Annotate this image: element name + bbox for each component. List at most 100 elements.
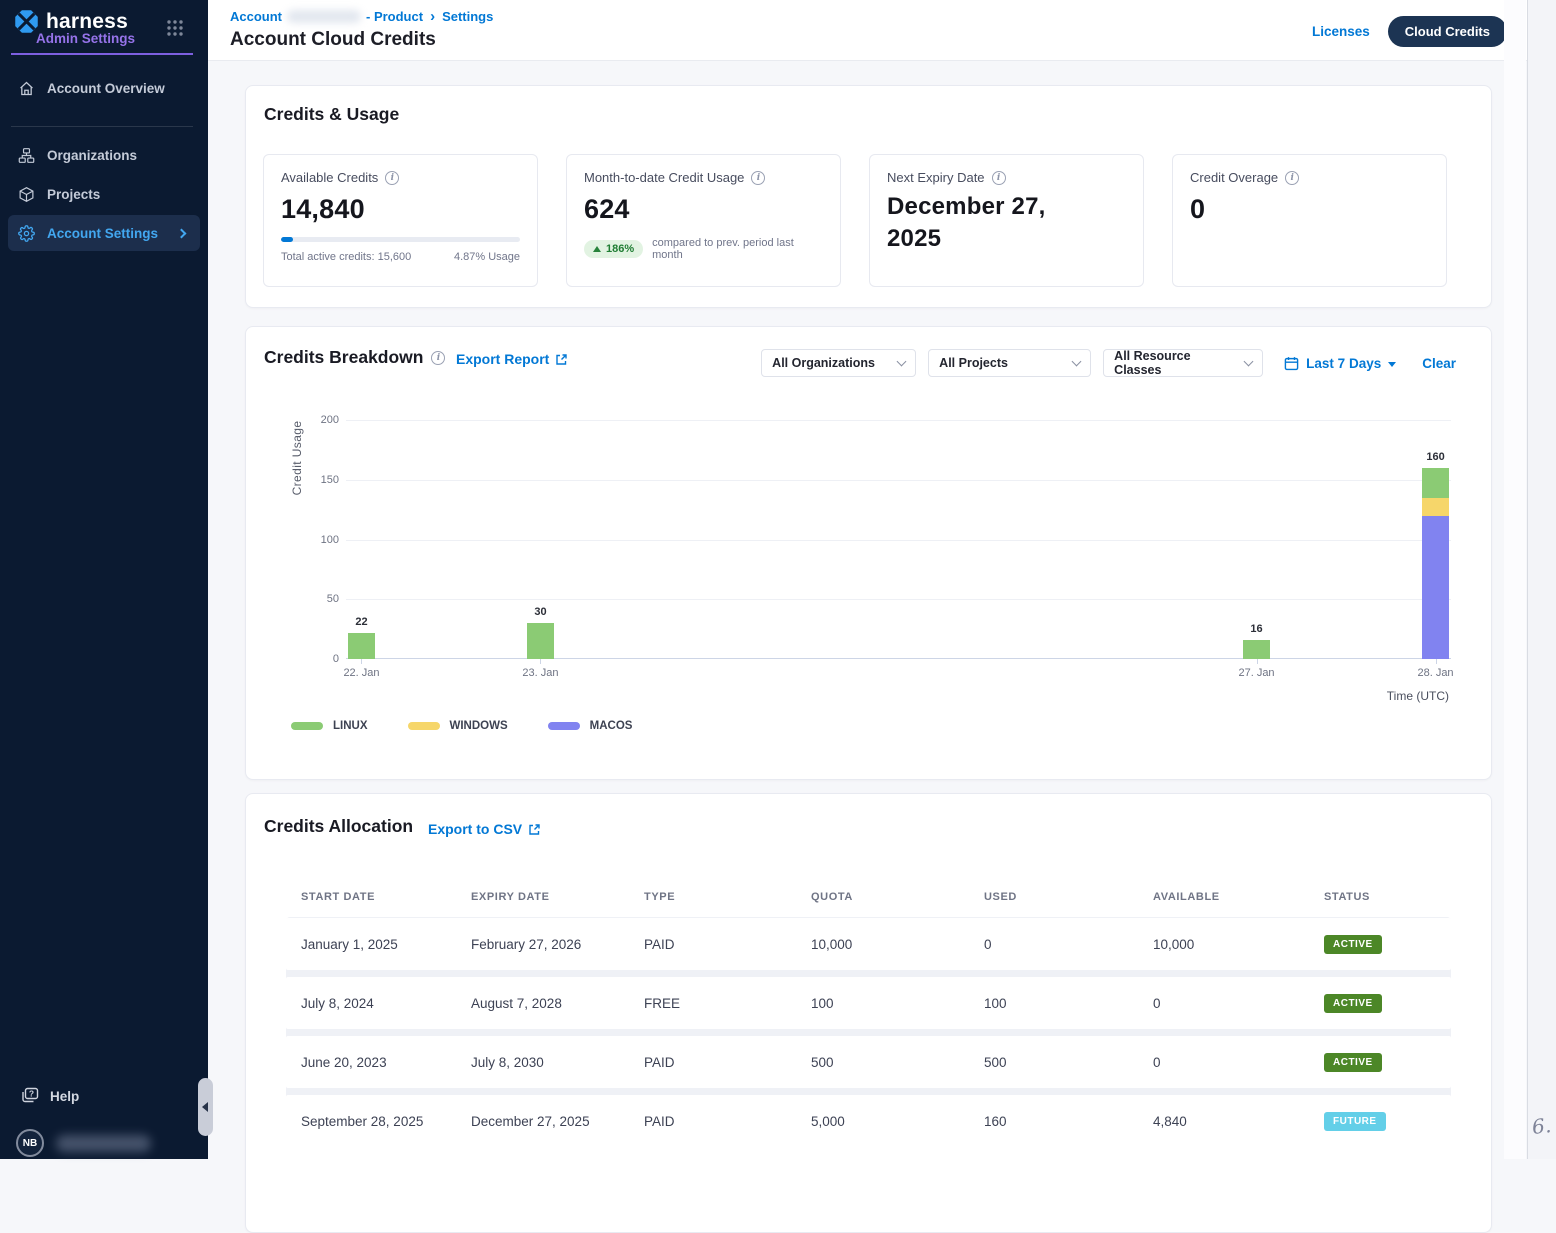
y-tick-label: 200 [299,414,339,426]
table-row[interactable]: July 8, 2024August 7, 2028FREE1001000ACT… [286,977,1451,1029]
legend-item-macos[interactable]: MACOS [548,720,633,732]
brand-divider [11,53,193,55]
scrollbar-gutter [1528,0,1556,1159]
sidebar-item-projects[interactable]: Projects [8,176,200,212]
info-icon[interactable] [431,351,445,365]
bar-total-label: 22 [334,616,388,628]
sidebar-item-label: Projects [47,187,100,202]
table-row[interactable]: January 1, 2025February 27, 2026PAID10,0… [286,918,1451,970]
table-cell: July 8, 2030 [471,1055,644,1070]
legend-item-windows[interactable]: WINDOWS [408,720,508,732]
credit-overage-card: Credit Overage 0 [1172,154,1447,287]
bar-segment-macos[interactable] [1422,516,1449,659]
status-badge: FUTURE [1324,1112,1386,1131]
redacted-account-name [287,10,361,23]
sidebar-item-account-settings[interactable]: Account Settings [8,215,200,251]
app-grid-icon[interactable] [166,19,184,42]
help-button[interactable]: ? Help [20,1086,79,1106]
table-cell: 10,000 [1153,937,1324,952]
table-cell: FREE [644,996,811,1011]
bar-segment-linux[interactable] [527,623,554,659]
bar-segment-linux[interactable] [1243,640,1270,659]
export-report-link[interactable]: Export Report [456,351,568,367]
credits-allocation-title: Credits Allocation [264,816,413,837]
table-cell: PAID [644,1114,811,1129]
table-cell: August 7, 2028 [471,996,644,1011]
delta-value: 186% [606,243,634,255]
column-header: USED [984,891,1153,903]
table-cell: PAID [644,1055,811,1070]
export-csv-link[interactable]: Export to CSV [428,821,541,837]
legend-swatch [291,722,323,730]
help-label: Help [50,1089,79,1104]
bar-total-label: 16 [1230,623,1284,635]
sidebar-collapse-handle[interactable] [198,1078,213,1136]
breadcrumb-product[interactable]: - Product [366,9,423,24]
chevron-right-icon [177,228,187,238]
sidebar-item-organizations[interactable]: Organizations [8,137,200,173]
table-cell: 500 [811,1055,984,1070]
x-tick-mark [1436,659,1437,664]
credit-cards: Available Credits 14,840 Total active cr… [263,154,1447,287]
gridline [346,480,1451,481]
table-cell: January 1, 2025 [301,937,471,952]
gridline [346,540,1451,541]
column-header: TYPE [644,891,811,903]
legend-item-linux[interactable]: LINUX [291,720,368,732]
sidebar-item-label: Organizations [47,148,137,163]
svg-text:?: ? [29,1089,34,1099]
projects-filter[interactable]: All Projects [928,349,1091,377]
org-icon [18,147,35,164]
credits-allocation-panel: Credits Allocation Export to CSV START D… [245,793,1492,1233]
mtd-usage-value: 624 [584,194,823,225]
table-cell: December 27, 2025 [471,1114,644,1129]
column-header: AVAILABLE [1153,891,1324,903]
scrollbar-track[interactable] [1504,0,1526,1159]
available-credits-value: 14,840 [281,194,520,225]
table-cell: 0 [1153,1055,1324,1070]
legend-label: LINUX [333,720,368,732]
sidebar-item-label: Account Settings [47,226,158,241]
info-icon[interactable] [385,171,399,185]
total-active-credits: Total active credits: 15,600 [281,251,411,263]
clear-filters-link[interactable]: Clear [1422,356,1456,371]
gridline [346,420,1451,421]
table-cell: 500 [984,1055,1153,1070]
table-cell: June 20, 2023 [301,1055,471,1070]
organizations-filter[interactable]: All Organizations [761,349,916,377]
caret-down-icon [1388,362,1396,367]
avatar[interactable]: NB [16,1129,44,1157]
bar-total-label: 160 [1409,451,1463,463]
cloud-credits-button[interactable]: Cloud Credits [1388,16,1507,47]
bar-segment-windows[interactable] [1422,498,1449,516]
table-row[interactable]: September 28, 2025December 27, 2025PAID5… [286,1095,1451,1147]
allocation-table: START DATEEXPIRY DATETYPEQUOTAUSEDAVAILA… [286,891,1451,1154]
credit-overage-label: Credit Overage [1190,170,1278,185]
bar-segment-linux[interactable] [348,633,375,659]
x-tick-label: 23. Jan [505,667,575,679]
mtd-usage-label: Month-to-date Credit Usage [584,170,744,185]
info-icon[interactable] [751,171,765,185]
bar-segment-linux[interactable] [1422,468,1449,498]
allocation-table-header: START DATEEXPIRY DATETYPEQUOTAUSEDAVAILA… [286,891,1451,917]
sidebar-item-account-overview[interactable]: Account Overview [8,70,200,106]
delta-note: compared to prev. period last month [652,237,823,261]
sidebar-nav: Account Overview Organizations Projects Acc… [0,70,208,254]
y-tick-label: 100 [299,534,339,546]
resource-classes-filter[interactable]: All Resource Classes [1103,349,1263,377]
home-icon [18,80,35,97]
bar-total-label: 30 [513,606,567,618]
table-row[interactable]: June 20, 2023July 8, 2030PAID5005000ACTI… [286,1036,1451,1088]
chevron-down-icon [1244,357,1254,367]
breadcrumb[interactable]: Account - Product › Settings [230,8,493,25]
breadcrumb-account[interactable]: Account [230,9,282,24]
breadcrumb-settings[interactable]: Settings [442,9,493,24]
licenses-link[interactable]: Licenses [1312,24,1370,39]
x-tick-label: 28. Jan [1401,667,1471,679]
credits-breakdown-title: Credits Breakdown [264,347,423,368]
info-icon[interactable] [1285,171,1299,185]
x-tick-label: 27. Jan [1222,667,1292,679]
info-icon[interactable] [992,171,1006,185]
date-range-picker[interactable]: Last 7 Days [1284,356,1396,371]
credits-breakdown-panel: Credits Breakdown Export Report All Orga… [245,326,1492,780]
